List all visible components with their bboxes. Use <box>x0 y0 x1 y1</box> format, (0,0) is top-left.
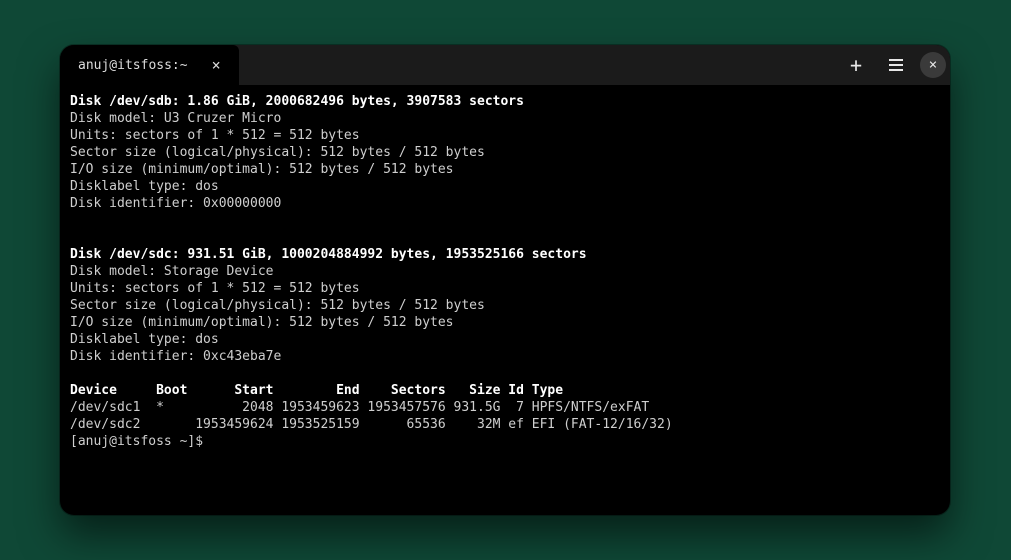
partition-row-1: /dev/sdc1 * 2048 1953459623 1953457576 9… <box>70 400 649 415</box>
window-close-button[interactable]: × <box>916 45 950 85</box>
shell-prompt[interactable]: [anuj@itsfoss ~]$ <box>70 434 211 449</box>
menu-button[interactable] <box>876 45 916 85</box>
terminal-window: anuj@itsfoss:~ × + × Disk /dev/sdb: 1.86… <box>60 45 950 515</box>
partition-row-2: /dev/sdc2 1953459624 1953525159 65536 32… <box>70 417 673 432</box>
titlebar-spacer <box>239 45 836 85</box>
plus-icon: + <box>850 53 862 77</box>
disk-sdc-units: Units: sectors of 1 * 512 = 512 bytes <box>70 281 360 296</box>
terminal-output[interactable]: Disk /dev/sdb: 1.86 GiB, 2000682496 byte… <box>60 85 950 515</box>
disk-sdc-label-type: Disklabel type: dos <box>70 332 219 347</box>
disk-sdb-model: Disk model: U3 Cruzer Micro <box>70 111 289 126</box>
disk-sdc-sector-size: Sector size (logical/physical): 512 byte… <box>70 298 485 313</box>
disk-sdc-header: Disk /dev/sdc: 931.51 GiB, 1000204884992… <box>70 247 587 262</box>
disk-sdc-io-size: I/O size (minimum/optimal): 512 bytes / … <box>70 315 454 330</box>
disk-sdb-header: Disk /dev/sdb: 1.86 GiB, 2000682496 byte… <box>70 94 524 109</box>
terminal-tab[interactable]: anuj@itsfoss:~ × <box>60 45 239 85</box>
disk-sdb-io-size: I/O size (minimum/optimal): 512 bytes / … <box>70 162 454 177</box>
partition-table-header: Device Boot Start End Sectors Size Id Ty… <box>70 383 563 398</box>
close-icon: × <box>920 52 946 78</box>
tab-close-button[interactable]: × <box>208 56 225 75</box>
tab-title: anuj@itsfoss:~ <box>78 58 188 73</box>
disk-sdb-identifier: Disk identifier: 0x00000000 <box>70 196 281 211</box>
titlebar: anuj@itsfoss:~ × + × <box>60 45 950 85</box>
new-tab-button[interactable]: + <box>836 45 876 85</box>
disk-sdc-identifier: Disk identifier: 0xc43eba7e <box>70 349 281 364</box>
disk-sdb-units: Units: sectors of 1 * 512 = 512 bytes <box>70 128 360 143</box>
hamburger-icon <box>889 59 903 71</box>
disk-sdb-sector-size: Sector size (logical/physical): 512 byte… <box>70 145 485 160</box>
disk-sdb-label-type: Disklabel type: dos <box>70 179 219 194</box>
disk-sdc-model: Disk model: Storage Device <box>70 264 289 279</box>
